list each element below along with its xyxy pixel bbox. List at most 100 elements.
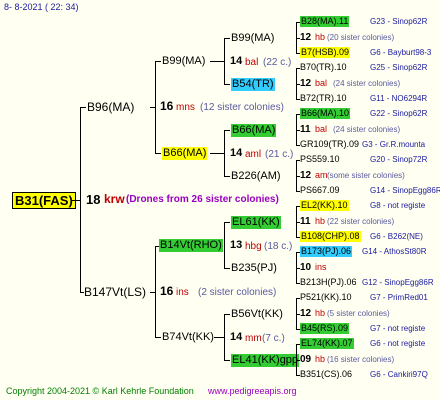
- gen2-note: (21 c.): [265, 149, 294, 160]
- connector: [224, 314, 230, 315]
- gen4-ancestor[interactable]: B72(TR).10: [300, 93, 347, 104]
- gen4-loc: hb: [315, 216, 326, 226]
- gen4-loc: bal: [315, 124, 328, 134]
- gen2-loc: hbg: [245, 241, 262, 252]
- gen3-item[interactable]: B54(TR): [231, 78, 275, 91]
- gen4-group-code: G14 - SinopEgg86R: [370, 186, 440, 195]
- gen4-ancestor[interactable]: PS667.09: [300, 185, 340, 196]
- gen2-loc: bal: [245, 57, 259, 68]
- gen1-sire-loc: mns: [176, 102, 195, 113]
- gen4-loc: bal: [315, 78, 328, 88]
- gen2-num: 14: [230, 331, 243, 343]
- gen2-item[interactable]: B66(MA): [162, 147, 208, 160]
- connector: [224, 268, 230, 269]
- gen4-group-code: G20 - Sinop72R: [370, 155, 428, 164]
- connector: [150, 292, 155, 293]
- root-queen[interactable]: B31(FAS): [12, 192, 76, 209]
- connector: [80, 107, 86, 108]
- gen1-sire[interactable]: B96(MA): [87, 100, 134, 114]
- gen4-ancestor[interactable]: B108(CHP).08: [300, 231, 361, 242]
- connector: [155, 61, 161, 62]
- connector: [214, 337, 224, 338]
- gen2-note: (18 c.): [264, 241, 293, 252]
- gen4-ancestor[interactable]: B7(HSB).09: [300, 47, 351, 58]
- gen4-ancestor[interactable]: B45(RS).09: [300, 323, 350, 334]
- connector: [210, 61, 224, 62]
- gen4-note: (some sister colonies): [327, 171, 405, 180]
- gen4-note: (24 sister colonies): [333, 79, 401, 88]
- gen2-num: 14: [230, 55, 243, 67]
- gen4-group-code: G12 - SinopEgg86R: [362, 278, 434, 287]
- gen4-num: 12: [300, 308, 312, 319]
- gen4-group-code: G25 - Sinop62R: [370, 63, 428, 72]
- connector: [224, 38, 230, 39]
- gen4-num: 12: [300, 78, 312, 89]
- footer-site[interactable]: www.pedigreeapis.org: [208, 386, 297, 397]
- gen2-item[interactable]: B99(MA): [162, 55, 205, 68]
- pedigree-canvas: 8- 8-2021 ( 22: 34) B31(FAS) 18 krw (Dro…: [0, 0, 440, 400]
- connector: [210, 153, 224, 154]
- gen3-item[interactable]: B66(MA): [231, 124, 277, 137]
- connector: [224, 314, 225, 361]
- gen4-group-code: G7 - PrimRed01: [370, 293, 428, 302]
- gen2-loc: aml: [245, 149, 262, 160]
- gen4-group-code: G11 - NO6294R: [370, 94, 428, 103]
- gen4-ancestor[interactable]: B213H(PJ).06: [300, 277, 357, 288]
- gen4-ancestor[interactable]: B351(CS).06: [300, 369, 352, 380]
- gen4-ancestor[interactable]: GR109(TR).09: [300, 139, 359, 150]
- connector: [224, 360, 230, 361]
- gen3-item[interactable]: B226(AM): [231, 170, 281, 183]
- gen4-ancestor[interactable]: B66(MA).10: [300, 108, 351, 119]
- gen4-group-code: G3 - Gr.R.mounta: [362, 140, 426, 149]
- gen2-note: (7 c.): [262, 333, 285, 344]
- gen1-dam[interactable]: B147Vt(LS): [84, 285, 146, 299]
- gen4-ancestor[interactable]: B173(PJ).06: [300, 246, 353, 257]
- gen4-ancestor[interactable]: EL74(KK).07: [300, 338, 354, 349]
- gen4-ancestor[interactable]: B28(MA).11: [300, 16, 350, 27]
- root-num: 18: [86, 192, 101, 207]
- gen3-item[interactable]: B235(PJ): [231, 262, 277, 275]
- gen4-ancestor[interactable]: P521(KK).10: [300, 292, 352, 303]
- gen4-group-code: G7 - not registe: [370, 324, 426, 333]
- connector: [224, 176, 230, 177]
- gen2-num: 14: [230, 147, 243, 159]
- connector: [155, 153, 161, 154]
- gen3-item[interactable]: EL41(KK)gpp: [231, 354, 300, 367]
- root-note: (Drones from 26 sister colonies): [126, 194, 279, 205]
- gen4-loc: am: [315, 170, 328, 180]
- connector: [224, 222, 225, 269]
- gen3-item[interactable]: B99(MA): [231, 32, 274, 45]
- gen4-loc: hb: [315, 32, 326, 42]
- gen4-num: 10: [300, 262, 312, 273]
- gen4-num: 11: [300, 216, 311, 227]
- gen4-ancestor[interactable]: EL2(KK).10: [300, 200, 349, 211]
- connector: [155, 246, 156, 338]
- gen4-group-code: G22 - Sinop62R: [370, 109, 428, 118]
- gen3-item[interactable]: EL61(KK): [231, 216, 281, 229]
- gen4-loc: ins: [315, 262, 327, 272]
- gen4-num: 12: [300, 32, 312, 43]
- connector: [224, 130, 225, 177]
- connector: [72, 200, 80, 201]
- root-loc: krw: [104, 192, 125, 206]
- connector: [224, 38, 225, 85]
- footer-copyright: Copyright 2004-2021 © Karl Kehrle Founda…: [6, 386, 194, 396]
- gen2-item[interactable]: B14Vt(RHO): [159, 239, 223, 252]
- gen4-loc: hb: [315, 354, 326, 364]
- gen4-group-code: G6 - Bayburt98-3: [370, 48, 432, 57]
- gen2-num: 13: [230, 239, 243, 251]
- gen2-item[interactable]: B74Vt(KK): [162, 331, 214, 344]
- gen4-ancestor[interactable]: PS559.10: [300, 154, 340, 165]
- gen1-sire-num: 16: [160, 99, 174, 113]
- connector: [80, 107, 81, 293]
- gen1-dam-note: (2 sister colonies): [198, 287, 277, 298]
- gen4-ancestor[interactable]: B70(TR).10: [300, 62, 347, 73]
- gen2-note: (22 c.): [263, 57, 292, 68]
- gen4-group-code: G6 - B262(NE): [370, 232, 423, 241]
- connector: [224, 222, 230, 223]
- print-date: 8- 8-2021 ( 22: 34): [4, 2, 79, 12]
- connector: [224, 130, 230, 131]
- gen3-item[interactable]: B56Vt(KK): [231, 308, 283, 321]
- gen2-loc: mm: [245, 333, 262, 344]
- connector: [155, 61, 156, 154]
